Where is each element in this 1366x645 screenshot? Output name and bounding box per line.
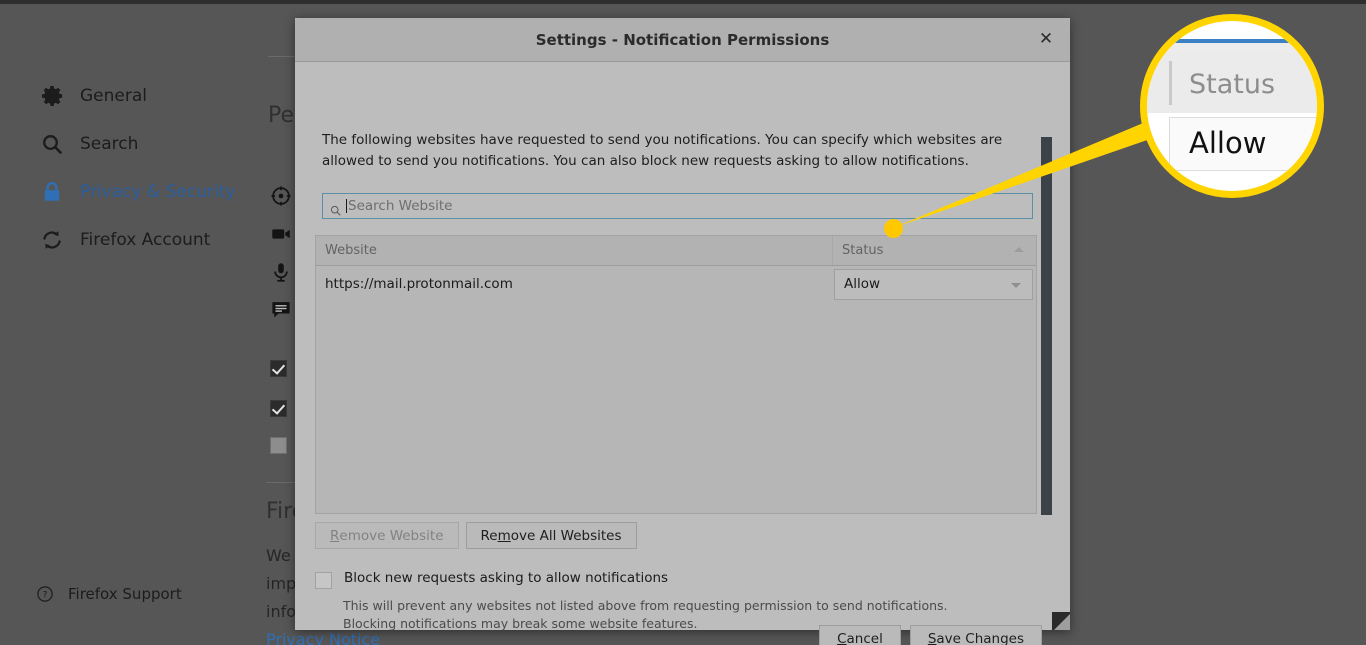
sidebar-item-firefox-support[interactable]: ? Firefox Support (36, 580, 182, 608)
table-row[interactable]: https://mail.protonmail.com Allow (316, 266, 1036, 302)
search-icon (330, 201, 341, 216)
magnifier-status-label: Status (1189, 69, 1276, 100)
column-header-status-label: Status (842, 243, 884, 258)
search-icon (40, 132, 64, 156)
close-icon[interactable]: ✕ (1034, 28, 1058, 52)
background-checkbox-2[interactable] (270, 400, 287, 417)
background-checkbox-3[interactable] (270, 437, 287, 454)
sidebar-item-label: Firefox Account (80, 230, 211, 250)
callout-magnifier: Status Allow (1140, 14, 1324, 198)
column-header-website[interactable]: Website (316, 236, 833, 265)
list-action-buttons: Remove Website Re m ove All Websites (315, 522, 637, 549)
dialog-body: The following websites have requested to… (295, 62, 1070, 645)
row-status-value: Allow (844, 276, 881, 292)
block-new-requests-label: Block new requests asking to allow notif… (344, 570, 669, 586)
remove-all-accel: m (497, 527, 511, 544)
location-icon (270, 185, 292, 207)
dialog-description: The following websites have requested to… (322, 132, 1003, 169)
magnifier-allow-label: Allow (1189, 126, 1267, 160)
block-new-requests-row[interactable]: Block new requests asking to allow notif… (315, 570, 668, 589)
list-scrollbar-thumb[interactable] (1041, 137, 1052, 515)
sidebar-item-firefox-account[interactable]: Firefox Account (40, 226, 210, 254)
sidebar-item-label: Search (80, 134, 139, 154)
remove-website-label: emove Website (339, 527, 444, 544)
camera-icon (270, 223, 292, 245)
sidebar-item-general[interactable]: General (40, 82, 147, 110)
remove-website-button[interactable]: Remove Website (315, 522, 459, 549)
save-changes-button[interactable]: Save Changes (909, 625, 1042, 645)
save-accel: S (927, 631, 937, 645)
svg-text:?: ? (43, 590, 48, 600)
lock-icon (40, 180, 64, 204)
cancel-button[interactable]: Cancel (819, 625, 901, 645)
permissions-list: Website Status https://mail.protonmail.c… (315, 235, 1037, 514)
cancel-accel: C (837, 631, 847, 645)
magnifier-column-divider (1169, 61, 1172, 105)
dialog-title: Settings - Notification Permissions (535, 30, 830, 49)
dialog-resize-grip[interactable] (1052, 612, 1070, 630)
sort-ascending-icon (1014, 247, 1024, 252)
settings-sidebar: General Search Privacy & Security Firefo… (0, 4, 258, 645)
gear-icon (40, 84, 64, 108)
sidebar-support-label: Firefox Support (68, 585, 182, 603)
dialog-action-buttons: Cancel Save Changes (819, 625, 1042, 645)
callout-pointer-dot (884, 219, 903, 238)
permissions-table-header: Website Status (316, 236, 1036, 266)
remove-website-accel: R (330, 527, 340, 544)
sync-icon (40, 228, 64, 252)
sidebar-item-privacy-security[interactable]: Privacy & Security (40, 178, 235, 206)
column-header-website-label: Website (325, 243, 377, 258)
notification-icon (270, 299, 292, 321)
help-circle-icon: ? (36, 585, 54, 603)
microphone-icon (270, 261, 292, 283)
background-text-1: We (266, 546, 291, 565)
text-caret (346, 199, 347, 213)
permissions-heading: Pe (268, 103, 295, 128)
row-website: https://mail.protonmail.com (325, 276, 513, 292)
sidebar-item-label: Privacy & Security (80, 182, 236, 202)
sidebar-item-search[interactable]: Search (40, 130, 138, 158)
background-checkbox-1[interactable] (270, 360, 287, 377)
sidebar-item-label: General (80, 86, 147, 106)
row-status-dropdown[interactable]: Allow (834, 268, 1033, 300)
notification-permissions-dialog: Settings - Notification Permissions ✕ Th… (295, 18, 1070, 645)
block-help-line1: This will prevent any websites not liste… (343, 598, 948, 613)
search-website-field[interactable]: Search Website (322, 193, 1033, 219)
search-placeholder: Search Website (348, 198, 453, 214)
magnifier-content: Status Allow (1147, 21, 1317, 191)
dialog-titlebar: Settings - Notification Permissions ✕ (295, 18, 1070, 62)
background-text-2: imp (266, 574, 297, 593)
block-new-requests-checkbox[interactable] (315, 572, 332, 589)
column-header-status[interactable]: Status (833, 236, 1036, 265)
background-text-3: info (266, 602, 297, 621)
remove-all-websites-button[interactable]: Re m ove All Websites (465, 522, 637, 549)
chevron-down-icon (1011, 282, 1021, 288)
